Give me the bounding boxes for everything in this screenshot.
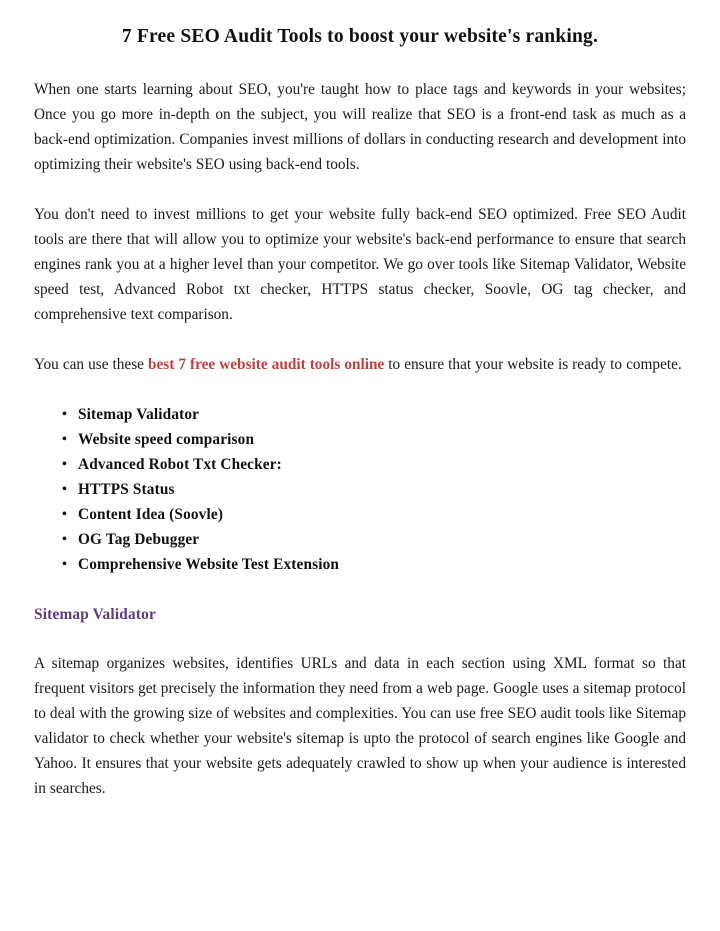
section-heading-sitemap-validator: Sitemap Validator [34, 606, 156, 623]
document-page: 7 Free SEO Audit Tools to boost your web… [0, 0, 720, 931]
list-item: OG Tag Debugger [34, 527, 686, 552]
cta-highlight-link[interactable]: best 7 free website audit tools online [148, 356, 384, 373]
paragraph-sitemap-validator-body: A sitemap organizes websites, identifies… [34, 655, 686, 797]
list-item: Content Idea (Soovle) [34, 502, 686, 527]
cta-text-after: to ensure that your website is ready to … [384, 356, 682, 373]
paragraph-intro: When one starts learning about SEO, you'… [34, 81, 686, 173]
cta-text-before: You can use these [34, 356, 148, 373]
list-item: HTTPS Status [34, 477, 686, 502]
paragraph-call-to-action: You can use these best 7 free website au… [34, 352, 686, 377]
tool-list: Sitemap Validator Website speed comparis… [34, 402, 686, 577]
page-title: 7 Free SEO Audit Tools to boost your web… [121, 26, 599, 47]
list-item: Comprehensive Website Test Extension [34, 552, 686, 577]
paragraph-free-tools-overview: You don't need to invest millions to get… [34, 206, 686, 323]
list-item: Advanced Robot Txt Checker: [34, 452, 686, 477]
list-item: Website speed comparison [34, 427, 686, 452]
list-item: Sitemap Validator [34, 402, 686, 427]
